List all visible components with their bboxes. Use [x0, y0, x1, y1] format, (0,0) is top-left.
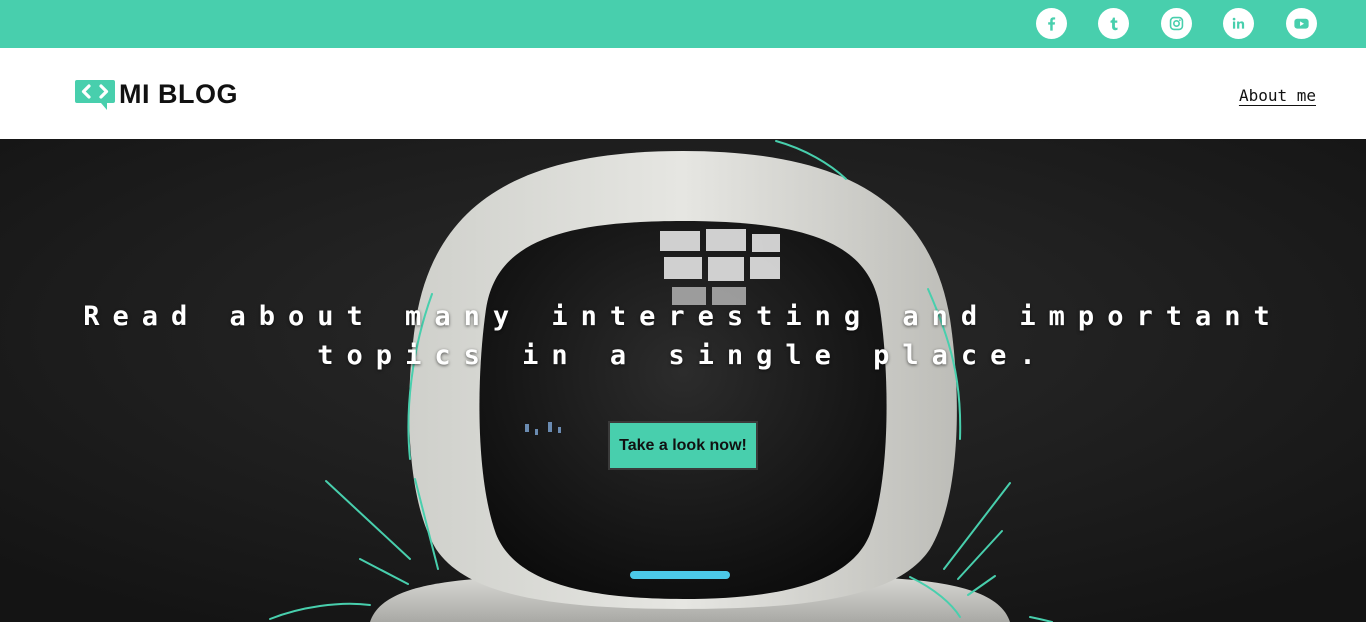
- code-brackets-chat-icon: [75, 80, 115, 110]
- facebook-icon: [1048, 17, 1056, 31]
- logo-text: MI BLOG: [119, 78, 238, 109]
- take-a-look-button[interactable]: Take a look now!: [608, 421, 758, 470]
- facebook-link[interactable]: [1036, 8, 1067, 39]
- instagram-icon: [1169, 16, 1184, 31]
- youtube-icon: [1294, 18, 1309, 29]
- site-logo[interactable]: MI BLOG: [74, 76, 238, 112]
- social-top-bar: [0, 0, 1366, 48]
- hero-title: Read about many interesting and importan…: [83, 301, 1283, 371]
- linkedin-icon: [1232, 17, 1245, 29]
- hero-section: Read about many interesting and importan…: [0, 139, 1366, 622]
- tumblr-icon: [1110, 17, 1118, 31]
- robot-helmet-photo: [0, 139, 1366, 622]
- linkedin-link[interactable]: [1223, 8, 1254, 39]
- youtube-link[interactable]: [1286, 8, 1317, 39]
- site-header: MI BLOG About me: [0, 48, 1366, 139]
- nav-about-me[interactable]: About me: [1239, 86, 1316, 105]
- instagram-link[interactable]: [1161, 8, 1192, 39]
- tumblr-link[interactable]: [1098, 8, 1129, 39]
